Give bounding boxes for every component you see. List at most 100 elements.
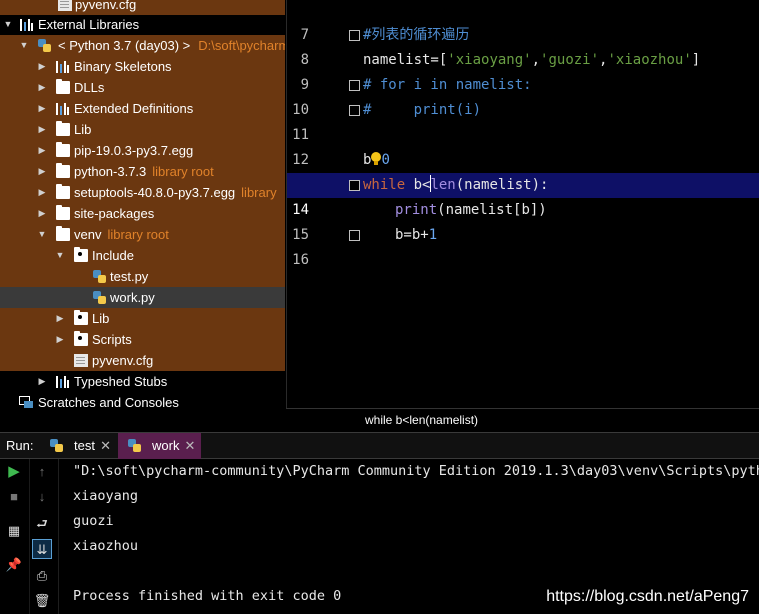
chevron-down-icon[interactable]: ▼: [19, 35, 29, 56]
soft-wrap-icon[interactable]: ⮐: [32, 514, 52, 534]
tree-item-venv[interactable]: ▼ venv library root: [0, 224, 285, 245]
chevron-down-icon[interactable]: ▼: [55, 245, 65, 266]
fold-marker-icon[interactable]: [349, 230, 360, 241]
stop-icon[interactable]: ■: [4, 487, 24, 507]
breadcrumb-item[interactable]: while b<len(namelist): [365, 413, 478, 427]
tree-item-include[interactable]: ▼ Include: [0, 245, 285, 266]
chevron-down-icon[interactable]: ▼: [3, 14, 13, 35]
tree-item-binary-skeletons[interactable]: ▶ Binary Skeletons: [0, 56, 285, 77]
trash-icon[interactable]: 🗑: [32, 591, 52, 611]
run-toolbar: ▶ ↑ ■ ↓ ⮐ ▦ ⇊ 📌 ⎙ 🗑: [0, 459, 58, 614]
run-icon[interactable]: ▶: [4, 462, 24, 482]
chevron-right-icon[interactable]: ▶: [37, 77, 47, 98]
print-icon[interactable]: ⎙: [32, 566, 52, 586]
scratches-icon: [19, 396, 33, 409]
console-output[interactable]: "D:\soft\pycharm-community\PyCharm Commu…: [58, 459, 759, 614]
chevron-right-icon[interactable]: ▶: [37, 182, 47, 203]
python-icon: [128, 439, 142, 453]
folder-icon: [56, 205, 70, 220]
code-line-16[interactable]: 16 b=b+1: [287, 223, 759, 268]
folder-icon: [74, 331, 88, 346]
tree-item-python-373[interactable]: ▶ python-3.7.3 library root: [0, 161, 285, 182]
console-line: xiaozhou: [73, 538, 139, 554]
comment-text: # print(i): [363, 102, 482, 118]
editor-breadcrumb[interactable]: while b<len(namelist): [286, 408, 759, 432]
file-icon: [74, 354, 88, 367]
folder-icon: [74, 310, 88, 325]
code-editor[interactable]: 7 8 #列表的循环遍历 9 namelist=['xiaoyang','guo…: [286, 0, 759, 408]
tree-item-dlls[interactable]: ▶ DLLs: [0, 77, 285, 98]
tree-item-scratches[interactable]: Scratches and Consoles: [0, 392, 285, 413]
code-line-12[interactable]: 12: [287, 123, 759, 168]
code-line-15[interactable]: 15 print(namelist[b]): [287, 198, 759, 243]
folder-icon: [56, 226, 70, 241]
chevron-right-icon[interactable]: ▶: [55, 308, 65, 329]
python-file-icon: [93, 291, 107, 304]
chevron-right-icon[interactable]: ▶: [37, 161, 47, 182]
fold-marker-icon[interactable]: [349, 30, 360, 41]
pin-icon[interactable]: 📌: [4, 555, 24, 575]
run-title: Run:: [6, 438, 34, 453]
layout-icon[interactable]: ▦: [4, 521, 24, 541]
code-line-8[interactable]: 8 #列表的循环遍历: [287, 23, 759, 68]
tree-item-venv-lib[interactable]: ▶ Lib: [0, 308, 285, 329]
folder-icon: [74, 247, 88, 262]
tree-item-pip-egg[interactable]: ▶ pip-19.0.3-py3.7.egg: [0, 140, 285, 161]
watermark-text: https://blog.csdn.net/aPeng7: [546, 588, 749, 605]
run-tool-window-header: Run: test ✕ work ✕: [0, 432, 759, 459]
lightbulb-icon[interactable]: [371, 152, 382, 166]
scroll-to-end-icon[interactable]: ⇊: [32, 539, 52, 559]
code-line-11[interactable]: 11 # print(i): [287, 98, 759, 143]
file-icon: [58, 0, 72, 11]
tree-item-extended-definitions[interactable]: ▶ Extended Definitions: [0, 98, 285, 119]
library-icon: [20, 18, 34, 31]
tree-item-scripts[interactable]: ▶ Scripts: [0, 329, 285, 350]
line-number: 16: [292, 252, 309, 268]
run-tab-test[interactable]: test ✕: [40, 433, 117, 459]
chevron-right-icon[interactable]: ▶: [37, 203, 47, 224]
tree-item-lib[interactable]: ▶ Lib: [0, 119, 285, 140]
code-line-13[interactable]: 13 b0: [287, 148, 759, 193]
library-icon: [56, 102, 70, 115]
down-icon[interactable]: ↓: [32, 487, 52, 507]
fold-marker-icon[interactable]: [349, 80, 360, 91]
fold-marker-icon[interactable]: [349, 180, 360, 191]
chevron-right-icon[interactable]: ▶: [37, 56, 47, 77]
chevron-right-icon[interactable]: ▶: [37, 140, 47, 161]
folder-icon: [56, 142, 70, 157]
tree-item-setuptools-egg[interactable]: ▶ setuptools-40.8.0-py3.7.egg library: [0, 182, 285, 203]
tree-item-test-py[interactable]: test.py: [0, 266, 285, 287]
toolbar-divider: [29, 459, 30, 614]
fold-marker-icon[interactable]: [349, 105, 360, 116]
code-line-9[interactable]: 9 namelist=['xiaoyang','guozi','xiaozhou…: [287, 48, 759, 93]
chevron-right-icon[interactable]: ▶: [37, 119, 47, 140]
chevron-right-icon[interactable]: ▶: [37, 371, 47, 392]
close-icon[interactable]: ✕: [185, 433, 196, 459]
project-tree: pyvenv.cfg ▼ External Libraries ▼ < Pyth…: [0, 0, 285, 432]
folder-icon: [56, 163, 70, 178]
tree-item-work-py[interactable]: work.py: [0, 287, 285, 308]
tree-item-python-sdk[interactable]: ▼ < Python 3.7 (day03) > D:\soft\pycharm: [0, 35, 285, 56]
up-icon[interactable]: ↑: [32, 462, 52, 482]
console-line: "D:\soft\pycharm-community\PyCharm Commu…: [73, 463, 759, 479]
close-icon[interactable]: ✕: [100, 433, 111, 459]
python-file-icon: [93, 270, 107, 283]
folder-icon: [56, 121, 70, 136]
chevron-down-icon[interactable]: ▼: [37, 224, 47, 245]
tree-item-site-packages[interactable]: ▶ site-packages: [0, 203, 285, 224]
code-line-10[interactable]: 10 # for i in namelist:: [287, 73, 759, 118]
run-tab-work[interactable]: work ✕: [118, 433, 202, 459]
tree-item-pyvenv-top[interactable]: pyvenv.cfg: [0, 0, 285, 15]
python-icon: [38, 39, 52, 52]
tree-item-external-libraries[interactable]: ▼ External Libraries: [0, 14, 285, 35]
folder-icon: [56, 184, 70, 199]
chevron-right-icon[interactable]: ▶: [37, 98, 47, 119]
code-line-7[interactable]: 7: [287, 0, 759, 43]
library-icon: [56, 60, 70, 73]
python-icon: [50, 439, 64, 453]
library-icon: [56, 375, 70, 388]
code-line-14[interactable]: 14 while b<len(namelist):: [287, 173, 759, 218]
chevron-right-icon[interactable]: ▶: [55, 329, 65, 350]
tree-item-pyvenv-cfg[interactable]: pyvenv.cfg: [0, 350, 285, 371]
tree-item-typeshed-stubs[interactable]: ▶ Typeshed Stubs: [0, 371, 285, 392]
